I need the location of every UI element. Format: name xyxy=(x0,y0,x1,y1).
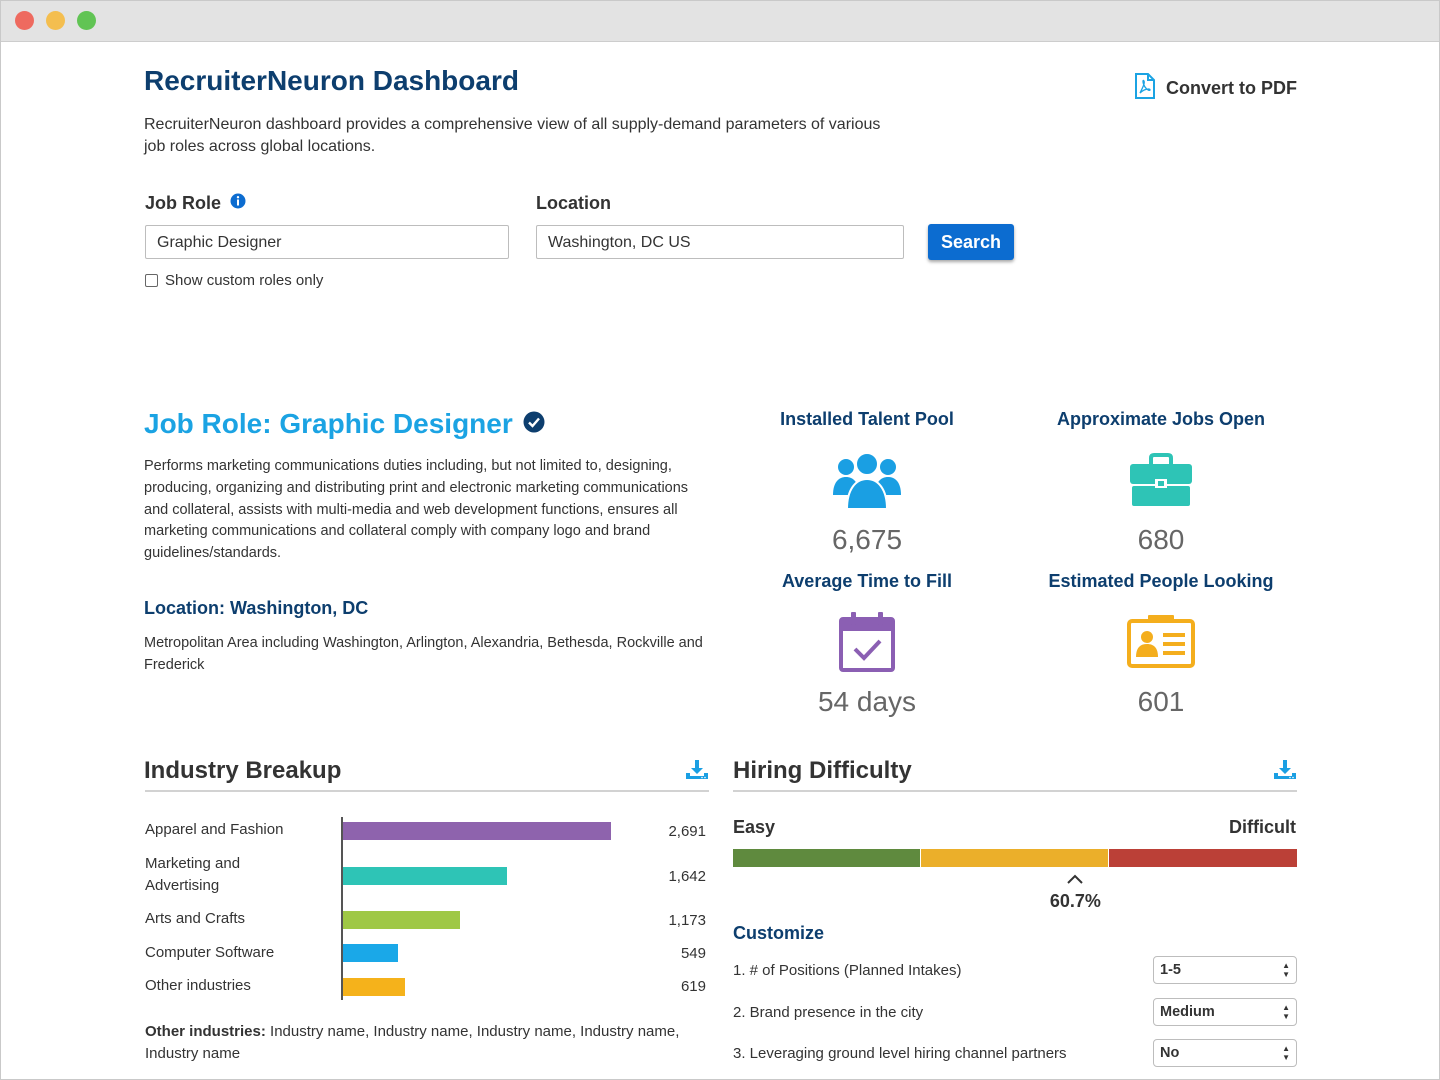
job-role-label: Job Role xyxy=(145,193,222,213)
customize-title: Customize xyxy=(733,923,825,943)
bar-marketing-and-advertising xyxy=(343,867,507,885)
location-title: Location: Washington, DC xyxy=(144,598,369,618)
hiring-download-icon[interactable] xyxy=(1273,759,1297,786)
bar-label: Marketing and Advertising xyxy=(145,855,241,894)
location-description: Metropolitan Area including Washington, … xyxy=(144,635,703,673)
job-role-description: Performs marketing communications duties… xyxy=(144,458,689,562)
other-industries-label: Other industries: xyxy=(145,1023,266,1040)
bar-value: 1,173 xyxy=(668,912,706,929)
id-card-icon xyxy=(1011,608,1311,676)
job-role-heading: Job Role: Graphic Designer xyxy=(144,408,545,440)
stat-approximate-jobs-open: Approximate Jobs Open 680 xyxy=(1011,409,1311,556)
chevron-up-icon xyxy=(1067,874,1084,884)
briefcase-icon xyxy=(1011,446,1311,514)
bar-apparel-and-fashion xyxy=(343,822,611,840)
info-icon[interactable] xyxy=(230,193,246,214)
param-positions-label: 1. # of Positions (Planned Intakes) xyxy=(733,962,962,979)
bar-label: Apparel and Fashion xyxy=(145,821,284,838)
stat-estimated-people-looking: Estimated People Looking 601 xyxy=(1011,571,1311,718)
custom-roles-label: Show custom roles only xyxy=(165,272,324,289)
verified-check-icon xyxy=(523,408,545,440)
bar-value: 1,642 xyxy=(668,868,706,885)
select-arrows-icon: ▲ ▼ xyxy=(1282,1003,1290,1021)
page-title: RecruiterNeuron Dashboard xyxy=(144,65,519,96)
bar-other-industries xyxy=(343,978,405,996)
difficulty-value: 60.7% xyxy=(1049,891,1101,911)
hiring-divider xyxy=(733,790,1297,792)
stat-title: Approximate Jobs Open xyxy=(1056,409,1266,429)
easy-label: Easy xyxy=(733,817,776,837)
other-industries-note: Other industries: Industry name, Industr… xyxy=(145,1021,710,1065)
bar-label: Other industries xyxy=(145,977,251,994)
pdf-icon xyxy=(1134,73,1156,104)
industry-download-icon[interactable] xyxy=(685,759,709,786)
difficulty-marker: 60.7% xyxy=(1035,871,1115,912)
stat-installed-talent-pool: Installed Talent Pool 6,675 xyxy=(717,409,1017,556)
bar-value: 549 xyxy=(680,945,706,962)
param-positions-select[interactable]: 1-5 ▲ ▼ xyxy=(1153,956,1297,984)
job-role-label-group: Job Role xyxy=(145,193,246,214)
param-hiring-channels-label: 3. Leveraging ground level hiring channe… xyxy=(733,1045,1067,1062)
param-brand-presence-label: 2. Brand presence in the city xyxy=(733,1004,924,1021)
bar-value: 2,691 xyxy=(668,823,706,840)
difficulty-segment-easy xyxy=(733,849,920,867)
select-arrows-icon: ▲ ▼ xyxy=(1282,1044,1290,1062)
hiring-difficulty-title: Hiring Difficulty xyxy=(733,757,912,784)
bar-label: Arts and Crafts xyxy=(145,910,246,927)
difficult-label: Difficult xyxy=(1229,817,1296,837)
stat-value: 680 xyxy=(1137,524,1185,555)
bar-arts-and-crafts xyxy=(343,911,460,929)
search-button[interactable]: Search xyxy=(928,224,1014,260)
people-group-icon xyxy=(717,446,1017,514)
industry-breakup-title: Industry Breakup xyxy=(144,757,342,784)
stat-value: 54 days xyxy=(817,686,917,717)
bar-value: 619 xyxy=(680,978,706,995)
stat-title: Installed Talent Pool xyxy=(780,409,954,429)
select-value: Medium xyxy=(1160,1004,1215,1020)
difficulty-segment-difficult xyxy=(1109,849,1297,867)
industry-divider xyxy=(145,790,709,792)
select-value: 1-5 xyxy=(1160,962,1181,978)
custom-roles-checkbox[interactable] xyxy=(145,274,158,287)
calendar-check-icon xyxy=(717,608,1017,676)
job-role-title: Job Role: Graphic Designer xyxy=(144,408,513,439)
bar-computer-software xyxy=(343,944,398,962)
close-window-button[interactable] xyxy=(15,11,34,30)
maximize-window-button[interactable] xyxy=(77,11,96,30)
minimize-window-button[interactable] xyxy=(46,11,65,30)
stat-value: 6,675 xyxy=(831,524,903,555)
convert-to-pdf-button[interactable]: Convert to PDF xyxy=(1134,73,1297,104)
difficulty-segment-medium xyxy=(921,849,1108,867)
stat-title: Average Time to Fill xyxy=(781,571,953,591)
title-bar xyxy=(1,1,1439,42)
select-value: No xyxy=(1160,1045,1180,1061)
location-input[interactable]: Washington, DC US xyxy=(536,225,904,259)
page-description: RecruiterNeuron dashboard provides a com… xyxy=(144,116,881,155)
stat-title: Estimated People Looking xyxy=(1048,571,1274,591)
stat-average-time-to-fill: Average Time to Fill 54 days xyxy=(717,571,1017,718)
location-label: Location xyxy=(536,193,611,213)
bar-label: Computer Software xyxy=(145,944,275,961)
job-role-input[interactable]: Graphic Designer xyxy=(145,225,509,259)
param-hiring-channels-select[interactable]: No ▲ ▼ xyxy=(1153,1039,1297,1067)
chart-axis xyxy=(341,817,343,1000)
browser-window: RecruiterNeuron Dashboard RecruiterNeuro… xyxy=(0,0,1440,1080)
convert-to-pdf-label: Convert to PDF xyxy=(1166,78,1298,98)
param-brand-presence-select[interactable]: Medium ▲ ▼ xyxy=(1153,998,1297,1026)
select-arrows-icon: ▲ ▼ xyxy=(1282,961,1290,979)
stat-value: 601 xyxy=(1137,686,1185,717)
